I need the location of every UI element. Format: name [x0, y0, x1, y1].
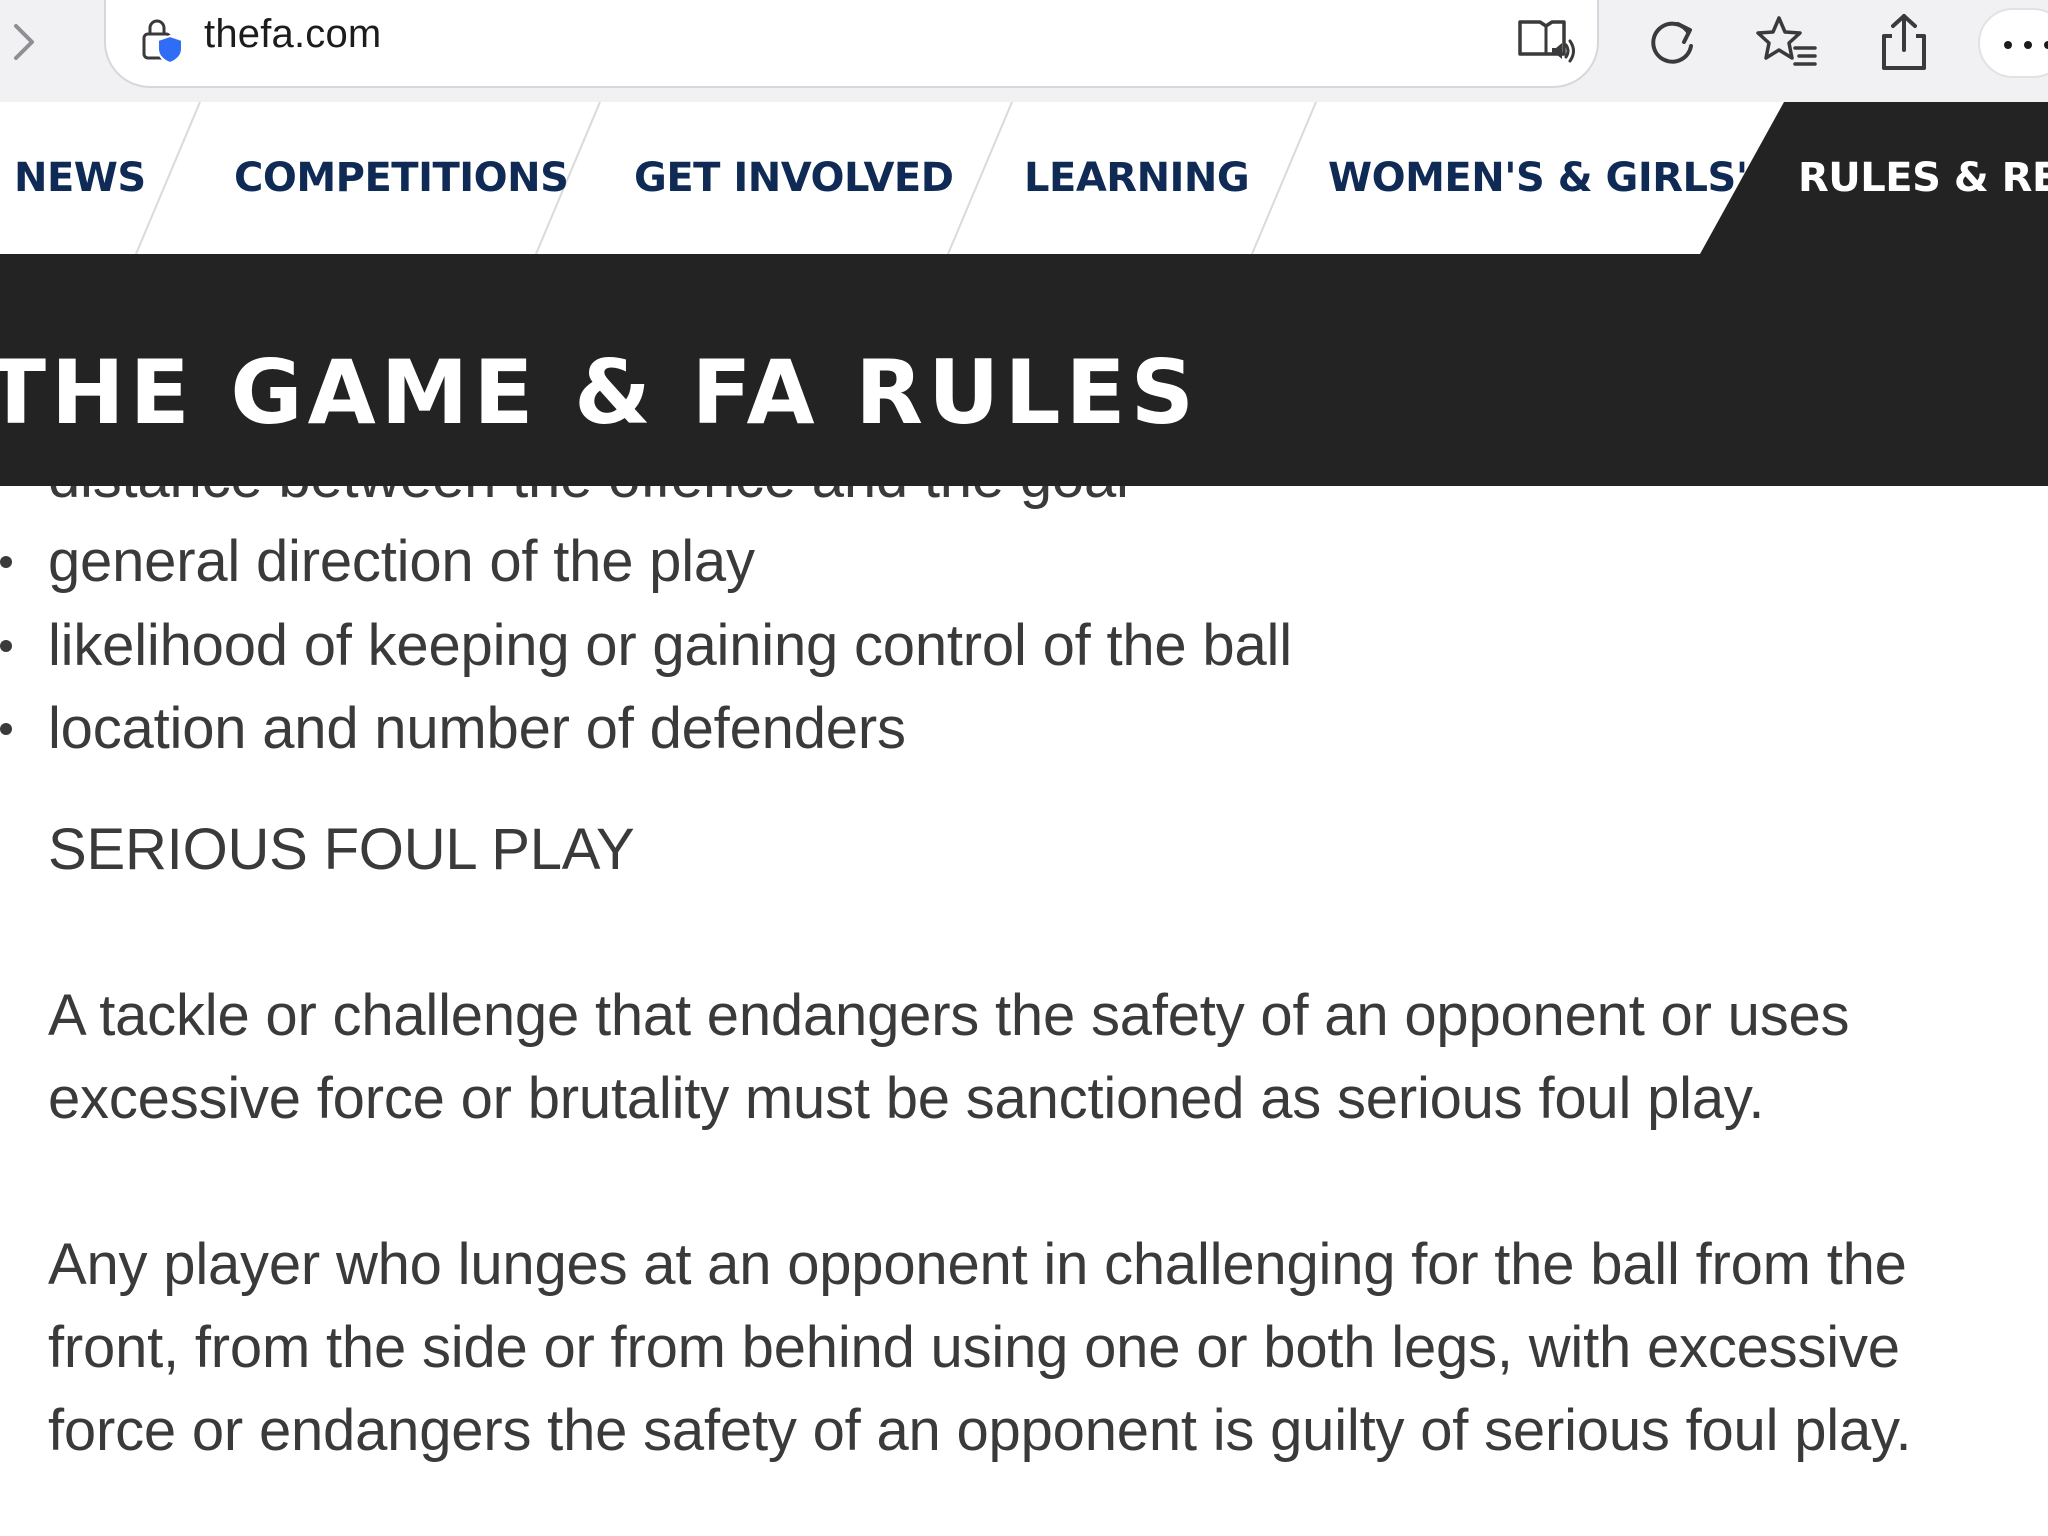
nav-item-womens-girls[interactable]: WOMEN'S & GIRLS' [1328, 102, 1748, 254]
list-item-text: general direction of the play [48, 529, 755, 594]
address-bar[interactable]: thefa.com [104, 0, 1599, 88]
nav-item-get-involved[interactable]: GET INVOLVED [634, 102, 954, 254]
more-dot-icon [2044, 41, 2048, 49]
main-navigation: NEWS COMPETITIONS GET INVOLVED LEARNING … [0, 102, 2048, 254]
article-body: distance between the offence and the goa… [0, 486, 2048, 1536]
reload-icon[interactable] [1640, 10, 1704, 74]
clipped-list-item: distance between the offence and the goa… [48, 486, 1129, 519]
more-options-button[interactable] [1978, 8, 2048, 78]
browser-toolbar: thefa.com [0, 0, 2048, 102]
more-dot-icon [2004, 41, 2012, 49]
list-item-text: likelihood of keeping or gaining control… [48, 613, 1292, 678]
bullet-icon [0, 640, 12, 652]
nav-item-rules-regulations[interactable]: RULES & REG [1798, 102, 2048, 254]
paragraph: Any player who lunges at an opponent in … [48, 1232, 1912, 1463]
favorites-star-icon[interactable] [1755, 10, 1819, 74]
bullet-icon [0, 723, 12, 735]
nav-item-competitions[interactable]: COMPETITIONS [234, 102, 569, 254]
forward-chevron-icon[interactable] [6, 18, 42, 66]
list-item: location and number of defenders [0, 687, 906, 770]
list-item-text: location and number of defenders [48, 696, 906, 761]
url-text[interactable]: thefa.com [204, 12, 381, 57]
section-heading: SERIOUS FOUL PLAY [48, 817, 635, 882]
reader-listen-icon[interactable] [1516, 14, 1576, 70]
list-item: general direction of the play [0, 520, 755, 603]
privacy-lock-icon [142, 19, 183, 65]
page-title-banner: THE GAME & FA RULES [0, 254, 2048, 486]
share-icon[interactable] [1872, 10, 1936, 74]
more-dot-icon [2024, 41, 2032, 49]
paragraph: A tackle or challenge that endangers the… [48, 983, 1850, 1131]
nav-item-news[interactable]: NEWS [14, 102, 146, 254]
page-title: THE GAME & FA RULES [0, 340, 1200, 444]
nav-item-learning[interactable]: LEARNING [1024, 102, 1250, 254]
bullet-icon [0, 556, 12, 568]
list-item: likelihood of keeping or gaining control… [0, 604, 1292, 687]
